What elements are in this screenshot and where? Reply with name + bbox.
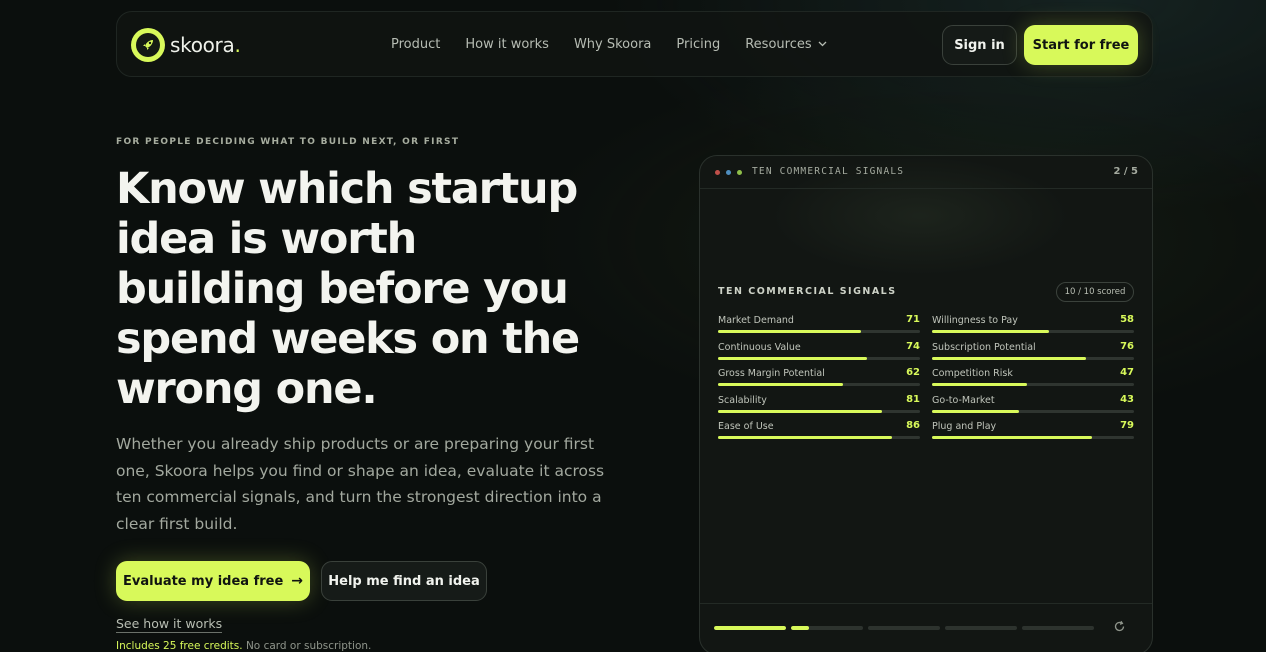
logo-text: skoora. xyxy=(170,33,241,57)
signal-bar-track xyxy=(718,383,920,386)
signal-metric: Subscription Potential 76 xyxy=(932,340,1134,366)
arrow-right-icon: → xyxy=(291,573,304,589)
signal-bar-fill xyxy=(932,330,1050,333)
signal-label: Competition Risk xyxy=(932,368,1013,379)
signal-score: 58 xyxy=(1120,314,1134,325)
signal-bar-fill xyxy=(718,356,868,360)
signal-bar-fill xyxy=(932,436,1092,439)
step-segment xyxy=(1022,626,1094,630)
nav-link-why-skoora[interactable]: Why Skoora xyxy=(574,37,651,52)
card-top-title: TEN COMMERCIAL SIGNALS xyxy=(752,166,905,177)
step-segment xyxy=(714,626,786,630)
signal-label: Market Demand xyxy=(718,315,794,326)
signal-score: 62 xyxy=(906,367,920,378)
signal-metric: Ease of Use 86 xyxy=(718,419,920,445)
card-footer xyxy=(700,603,1152,652)
signal-bar-fill xyxy=(932,356,1086,360)
logo[interactable]: skoora. xyxy=(131,28,241,62)
signal-score: 43 xyxy=(1120,393,1134,405)
top-nav: skoora. Product How it works Why Skoora … xyxy=(116,11,1153,77)
signals-section-title: TEN COMMERCIAL SIGNALS xyxy=(718,286,897,297)
signal-bar-track xyxy=(932,356,1134,360)
signal-metric: Willingness to Pay 58 xyxy=(932,313,1134,339)
scored-badge: 10 / 10 scored xyxy=(1056,282,1134,302)
signal-bar-fill xyxy=(932,383,1027,386)
dot-green-icon xyxy=(737,170,742,175)
signal-bar-track xyxy=(932,436,1134,439)
credits-note: Includes 25 free credits. No card or sub… xyxy=(116,640,371,652)
signal-label: Gross Margin Potential xyxy=(718,368,825,379)
card-title-bar: TEN COMMERCIAL SIGNALS 2 / 5 xyxy=(700,156,1152,189)
signal-bar-track xyxy=(718,436,920,439)
signal-metric: Market Demand 71 xyxy=(718,313,920,339)
signal-score: 86 xyxy=(906,420,920,431)
step-progress xyxy=(714,626,1099,630)
signal-bar-track xyxy=(718,356,920,360)
step-segment xyxy=(868,626,940,630)
signal-bar-track xyxy=(932,409,1134,413)
nav-link-pricing[interactable]: Pricing xyxy=(676,37,720,52)
find-idea-button[interactable]: Help me find an idea xyxy=(321,561,487,601)
refresh-icon[interactable] xyxy=(1113,620,1126,637)
nav-links: Product How it works Why Skoora Pricing … xyxy=(391,37,852,52)
signal-bar-fill xyxy=(932,409,1019,413)
signal-metric: Competition Risk 47 xyxy=(932,366,1134,392)
signal-label: Scalability xyxy=(718,394,767,406)
signal-label: Continuous Value xyxy=(718,341,801,353)
evaluate-idea-button[interactable]: Evaluate my idea free → xyxy=(116,561,310,601)
signal-label: Go-to-Market xyxy=(932,394,995,406)
signal-metric: Go-to-Market 43 xyxy=(932,393,1134,419)
step-segment-fill xyxy=(714,626,786,630)
signal-score: 47 xyxy=(1120,367,1134,378)
step-segment xyxy=(791,626,863,630)
signal-metric: Gross Margin Potential 62 xyxy=(718,366,920,392)
dot-red-icon xyxy=(715,170,720,175)
credits-highlight: Includes 25 free credits. xyxy=(116,640,243,652)
signal-label: Ease of Use xyxy=(718,421,774,432)
signal-score: 74 xyxy=(906,340,920,352)
signal-bar-track xyxy=(932,383,1134,386)
hero-subcopy: Whether you already ship products or are… xyxy=(116,435,605,533)
start-for-free-button[interactable]: Start for free xyxy=(1024,25,1138,65)
signal-bar-fill xyxy=(718,409,882,413)
step-segment-fill xyxy=(791,626,809,630)
rocket-logo-icon xyxy=(131,28,165,62)
window-dots xyxy=(715,170,748,175)
see-how-link[interactable]: See how it works xyxy=(116,616,223,633)
page-indicator: 2 / 5 xyxy=(1113,166,1138,177)
nav-link-resources-label: Resources xyxy=(745,37,812,52)
nav-link-resources[interactable]: Resources xyxy=(745,37,827,52)
sign-in-button[interactable]: Sign in xyxy=(942,25,1017,65)
signal-bar-track xyxy=(718,330,920,333)
signal-metric: Continuous Value 74 xyxy=(718,340,920,366)
dot-blue-icon xyxy=(726,170,731,175)
signal-bar-fill xyxy=(718,330,862,333)
hero-headline: Know which startup idea is worth buildin… xyxy=(116,164,580,414)
signal-label: Subscription Potential xyxy=(932,341,1036,353)
credits-rest: No card or subscription. xyxy=(245,640,372,652)
nav-link-how-it-works[interactable]: How it works xyxy=(465,37,549,52)
step-segment xyxy=(945,626,1017,630)
signal-score: 76 xyxy=(1120,340,1134,352)
signal-score: 79 xyxy=(1120,420,1134,431)
signal-score: 71 xyxy=(906,314,920,325)
hero-eyebrow: FOR PEOPLE DECIDING WHAT TO BUILD NEXT, … xyxy=(116,137,460,147)
signal-bar-fill xyxy=(718,436,892,439)
signal-label: Willingness to Pay xyxy=(932,315,1018,326)
signal-label: Plug and Play xyxy=(932,421,997,432)
signals-card: TEN COMMERCIAL SIGNALS 2 / 5 TEN COMMERC… xyxy=(699,155,1153,652)
signal-metric: Plug and Play 79 xyxy=(932,419,1134,445)
signal-bar-fill xyxy=(718,383,844,386)
signal-metric: Scalability 81 xyxy=(718,393,920,419)
signal-score: 81 xyxy=(906,393,920,405)
chevron-down-icon xyxy=(818,39,827,50)
signal-bar-track xyxy=(718,409,920,413)
signal-bar-track xyxy=(932,330,1134,333)
nav-link-product[interactable]: Product xyxy=(391,37,440,52)
evaluate-idea-label: Evaluate my idea free xyxy=(122,573,284,589)
